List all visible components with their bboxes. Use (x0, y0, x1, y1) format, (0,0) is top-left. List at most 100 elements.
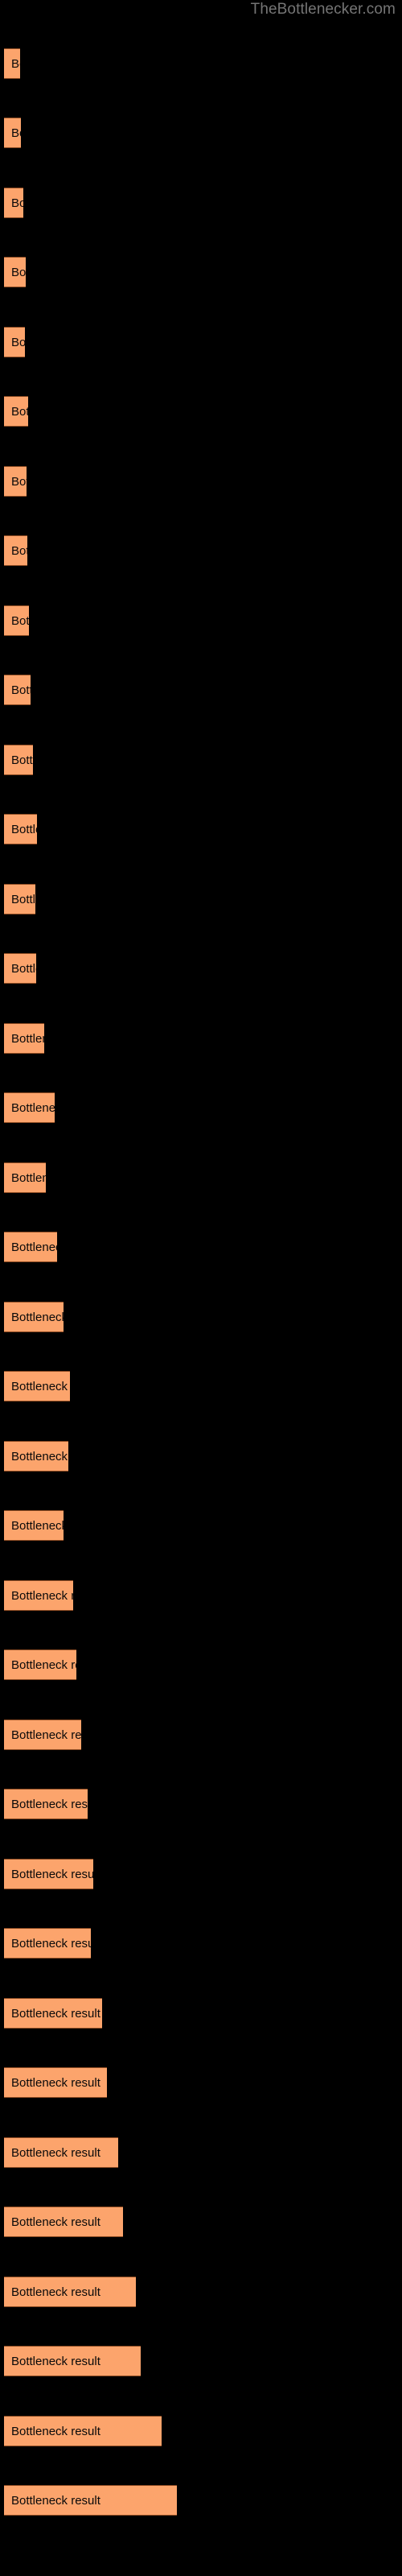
bar-row: Bottleneck result (0, 2137, 402, 2168)
bar[interactable]: Bottleneck result (4, 535, 27, 566)
bar-row: Bottleneck result (0, 1580, 402, 1611)
bar-row: Bottleneck result (0, 2277, 402, 2307)
bar[interactable]: Bottleneck result (4, 1162, 46, 1193)
bar-label: Bottleneck result (11, 2215, 100, 2229)
bar-label: Bottleneck result (11, 336, 25, 349)
bar[interactable]: Bottleneck result (4, 2416, 162, 2446)
bar[interactable]: Bottleneck result (4, 327, 25, 357)
bar-label: Bottleneck result (11, 1937, 91, 1951)
bar-row: Bottleneck result (0, 188, 402, 218)
bar-label: Bottleneck result (11, 614, 29, 628)
bar[interactable]: Bottleneck result (4, 2067, 107, 2098)
bar[interactable]: Bottleneck result (4, 2207, 123, 2237)
bar[interactable]: Bottleneck result (4, 1441, 68, 1472)
bar-row: Bottleneck result (0, 2207, 402, 2237)
bar[interactable]: Bottleneck result (4, 884, 35, 914)
bar-row: Bottleneck result (0, 1302, 402, 1332)
bars-container: Bottleneck result Bottleneck result Bottle… (0, 0, 402, 2576)
bar-label: Bottleneck result (11, 544, 27, 558)
bar[interactable]: Bottleneck result (4, 1302, 64, 1332)
bar-label: Bottleneck result (11, 1241, 57, 1254)
bar[interactable]: Bottleneck result (4, 745, 33, 775)
bar-label: Bottleneck result (11, 1101, 55, 1115)
bar-label: Bottleneck result (11, 2355, 100, 2368)
bar-label: Bottleneck result (11, 1171, 46, 1185)
bar[interactable]: Bottleneck result (4, 605, 29, 636)
bar-label: Bottleneck result (11, 962, 36, 976)
bar-row: Bottleneck result (0, 1232, 402, 1262)
bar-row: Bottleneck result (0, 1719, 402, 1750)
bar[interactable]: Bottleneck result (4, 1232, 57, 1262)
bar-row: Bottleneck result (0, 1928, 402, 1959)
bar-row: Bottleneck result (0, 2067, 402, 2098)
bar[interactable]: Bottleneck result (4, 1510, 64, 1541)
bar-row: Bottleneck result (0, 605, 402, 636)
bar-label: Bottleneck result (11, 405, 28, 419)
bar[interactable]: Bottleneck result (4, 1371, 70, 1402)
bar-label: Bottleneck result (11, 1450, 68, 1463)
bar[interactable]: Bottleneck result (4, 953, 36, 984)
bar-row: Bottleneck result (0, 118, 402, 148)
bar-row: Bottleneck result (0, 48, 402, 79)
bar-label: Bottleneck result (11, 266, 26, 279)
bar-row: Bottleneck result (0, 1859, 402, 1889)
bar-row: Bottleneck result (0, 1649, 402, 1680)
bar[interactable]: Bottleneck result (4, 2137, 118, 2168)
bar[interactable]: Bottleneck result (4, 1859, 93, 1889)
bar[interactable]: Bottleneck result (4, 48, 20, 79)
bar[interactable]: Bottleneck result (4, 1092, 55, 1123)
bar[interactable]: Bottleneck result (4, 1580, 73, 1611)
bar-row: Bottleneck result (0, 1441, 402, 1472)
bar-label: Bottleneck result (11, 475, 27, 489)
bar-row: Bottleneck result (0, 884, 402, 914)
bar-row: Bottleneck result (0, 814, 402, 844)
bar-row: Bottleneck result (0, 327, 402, 357)
bar-label: Bottleneck result (11, 2285, 100, 2299)
bar[interactable]: Bottleneck result (4, 188, 23, 218)
bar-label: Bottleneck result (11, 823, 37, 836)
bar-row: Bottleneck result (0, 1092, 402, 1123)
bar[interactable]: Bottleneck result (4, 2277, 136, 2307)
bar-label: Bottleneck result (11, 683, 31, 697)
bar[interactable]: Bottleneck result (4, 257, 26, 287)
bar-label: Bottleneck result (11, 753, 33, 767)
bar-row: Bottleneck result (0, 1510, 402, 1541)
bar[interactable]: Bottleneck result (4, 466, 27, 497)
bar[interactable]: Bottleneck result (4, 1998, 102, 2029)
bar-row: Bottleneck result (0, 1023, 402, 1054)
bar-label: Bottleneck result (11, 1589, 73, 1603)
bar-row: Bottleneck result (0, 2346, 402, 2376)
bar-row: Bottleneck result (0, 953, 402, 984)
bar-label: Bottleneck result (11, 1658, 76, 1672)
bar[interactable]: Bottleneck result (4, 675, 31, 705)
bar[interactable]: Bottleneck result (4, 2485, 177, 2516)
bar-label: Bottleneck result (11, 126, 21, 140)
bar-label: Bottleneck result (11, 2146, 100, 2160)
bar-row: Bottleneck result (0, 1162, 402, 1193)
bar-label: Bottleneck result (11, 1798, 88, 1811)
bar-chart: TheBottlenecker.com Bottleneck resultBot… (0, 0, 402, 2576)
bar-row: Bottleneck result (0, 675, 402, 705)
bar[interactable]: Bottleneck result (4, 396, 28, 427)
bar-row: Bottleneck result (0, 1371, 402, 1402)
bar[interactable]: Bottleneck result (4, 1789, 88, 1819)
bar[interactable]: Bottleneck result (4, 1928, 91, 1959)
bar[interactable]: Bottleneck result (4, 118, 21, 148)
bar-label: Bottleneck result (11, 2007, 100, 2021)
bar[interactable]: Bottleneck result (4, 1649, 76, 1680)
bar-label: Bottleneck result (11, 1868, 93, 1881)
bar[interactable]: Bottleneck result (4, 814, 37, 844)
bar[interactable]: Bottleneck result (4, 2346, 141, 2376)
bar[interactable]: Bottleneck result (4, 1023, 44, 1054)
bar-label: Bottleneck result (11, 1032, 44, 1046)
bar-row: Bottleneck result (0, 257, 402, 287)
bar-label: Bottleneck result (11, 57, 20, 71)
bar-label: Bottleneck result (11, 893, 35, 906)
bar-row: Bottleneck result (0, 745, 402, 775)
bar-label: Bottleneck result (11, 1519, 64, 1533)
bar[interactable]: Bottleneck result (4, 1719, 81, 1750)
bar-label: Bottleneck result (11, 1380, 70, 1393)
bar-row: Bottleneck result (0, 396, 402, 427)
bar-row: Bottleneck result (0, 2416, 402, 2446)
bar-row: Bottleneck result (0, 535, 402, 566)
